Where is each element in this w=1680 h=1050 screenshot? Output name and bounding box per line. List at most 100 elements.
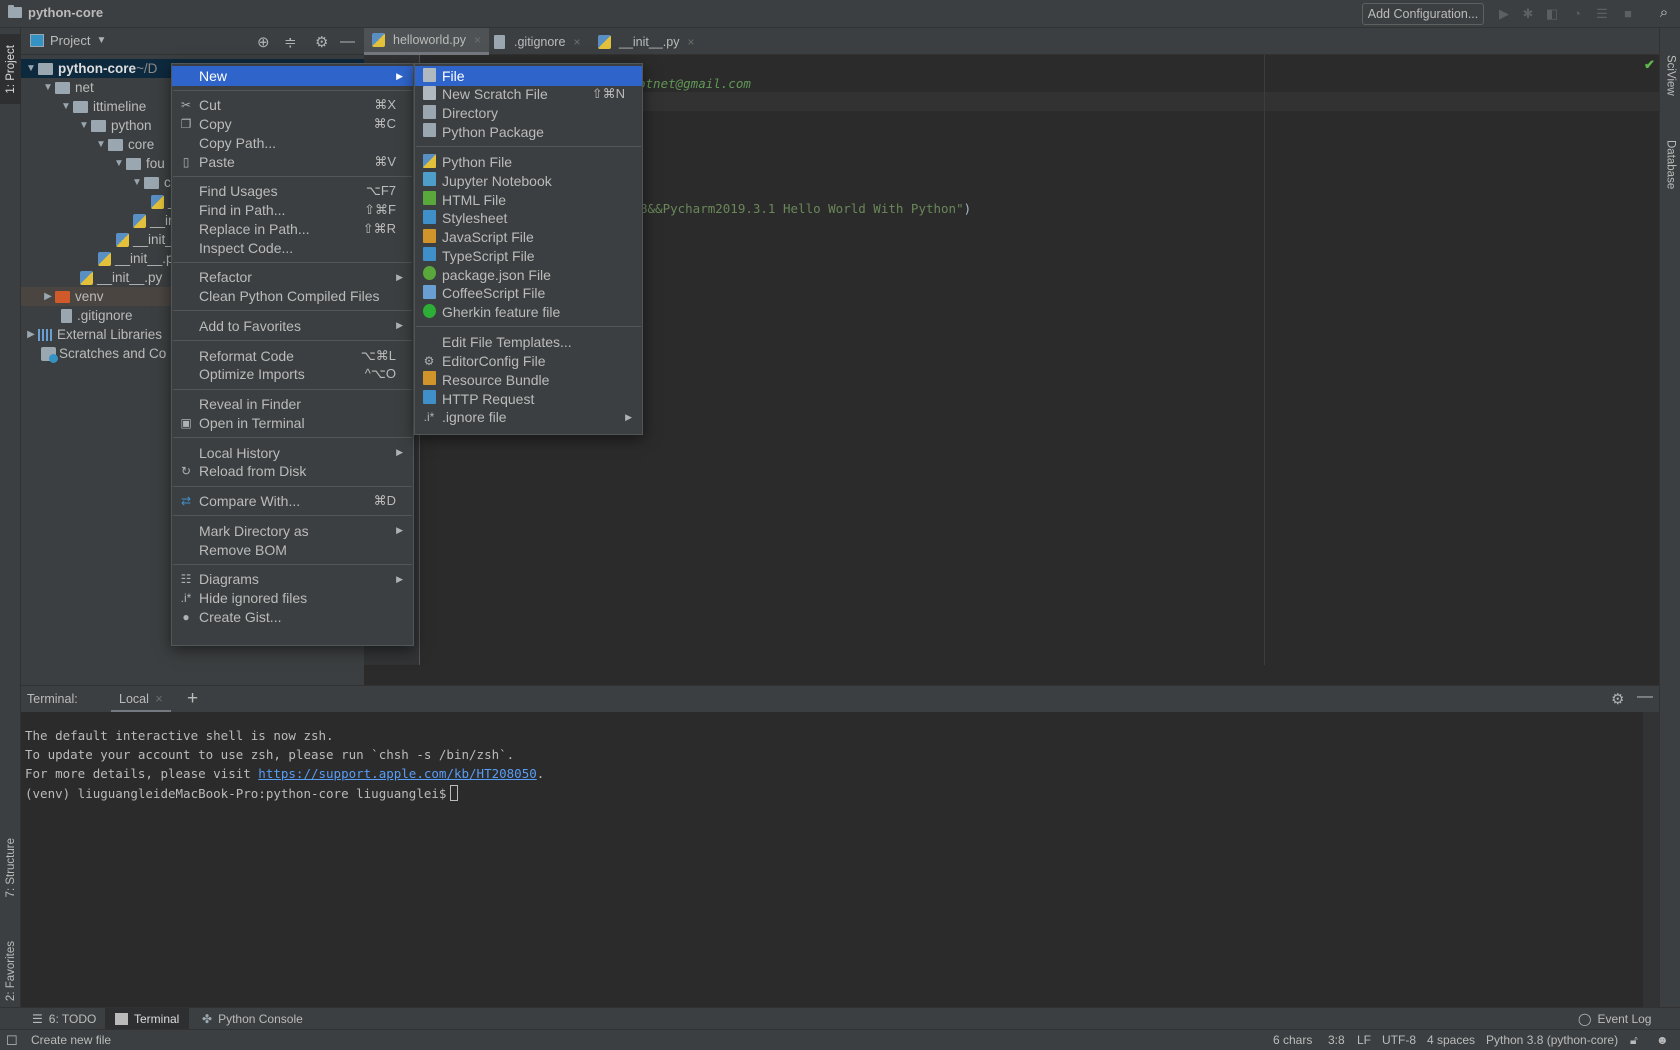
lock-icon[interactable]: 🔓︎	[1630, 1033, 1638, 1048]
menu-item-javascript-file[interactable]: JavaScript File	[415, 228, 642, 247]
close-icon[interactable]: ×	[155, 692, 162, 706]
breadcrumb-project[interactable]: python-core	[8, 5, 103, 20]
terminal-tool-button[interactable]: Terminal	[105, 1008, 190, 1030]
menu-item-directory[interactable]: Directory	[415, 104, 642, 123]
menu-item-gherkin-feature-file[interactable]: Gherkin feature file	[415, 303, 642, 322]
menu-item-new-scratch-file[interactable]: New Scratch File ⇧⌘N	[415, 85, 642, 104]
database-tool-tab[interactable]: Database	[1660, 120, 1680, 210]
menu-item-find-usages[interactable]: Find Usages ⌥F7	[172, 182, 413, 201]
terminal-scrollbar[interactable]	[1643, 712, 1659, 1007]
menu-item-compare-with[interactable]: ⇄ Compare With... ⌘D	[172, 492, 413, 511]
menu-item-typescript-file[interactable]: TypeScript File	[415, 246, 642, 265]
menu-item-diagrams[interactable]: ☷ Diagrams ▶	[172, 570, 413, 589]
menu-item-python-file[interactable]: Python File	[415, 153, 642, 172]
menu-item-reload-from-disk[interactable]: ↻ Reload from Disk	[172, 462, 413, 481]
menu-item-editorconfig-file[interactable]: ⚙ EditorConfig File	[415, 352, 642, 371]
menu-item-new[interactable]: New ▶	[172, 66, 413, 86]
expand-arrow-icon[interactable]: ▼	[59, 101, 73, 112]
editor-horizontal-scrollbar[interactable]	[364, 665, 1659, 685]
profile-icon[interactable]: ◔	[1569, 6, 1585, 22]
expand-arrow-icon[interactable]: ▼	[112, 158, 126, 169]
python-console-tool-button[interactable]: ✤ Python Console	[192, 1008, 313, 1030]
folder-icon	[144, 176, 159, 189]
menu-item-package-json-file[interactable]: package.json File	[415, 265, 642, 284]
menu-item-stylesheet[interactable]: Stylesheet	[415, 209, 642, 228]
tab-helloworld[interactable]: helloworld.py ×	[364, 28, 489, 55]
collapse-arrow-icon[interactable]: ▶	[41, 291, 55, 302]
tree-item-path: ~/D	[136, 61, 158, 76]
menu-item-replace-in-path[interactable]: Replace in Path... ⇧⌘R	[172, 219, 413, 238]
menu-item-hide-ignored-files[interactable]: .i* Hide ignored files	[172, 589, 413, 608]
search-icon[interactable]: ⌕	[1656, 5, 1672, 21]
toggle-tool-windows-icon[interactable]: ☐	[6, 1033, 18, 1049]
tab-init[interactable]: __init__.py ×	[590, 28, 702, 55]
menu-item-add-to-favorites[interactable]: Add to Favorites ▶	[172, 316, 413, 335]
line-separator[interactable]: LF	[1357, 1033, 1371, 1047]
stop-icon[interactable]: ■	[1620, 6, 1636, 22]
gear-icon[interactable]: ⚙	[1611, 690, 1624, 708]
menu-item-jupyter-notebook[interactable]: Jupyter Notebook	[415, 171, 642, 190]
terminal-output[interactable]: The default interactive shell is now zsh…	[21, 712, 1643, 1007]
expand-arrow-icon[interactable]: ▼	[130, 177, 144, 188]
menu-item-cut[interactable]: ✂ Cut ⌘X	[172, 96, 413, 115]
terminal-link[interactable]: https://support.apple.com/kb/HT208050	[258, 766, 536, 781]
menu-item-file[interactable]: File	[415, 66, 642, 86]
menu-item-ignore-file[interactable]: .i* .ignore file ▶	[415, 408, 642, 427]
debug-icon[interactable]: ✱	[1520, 6, 1536, 22]
hide-icon[interactable]: —	[1637, 688, 1653, 706]
new-terminal-icon[interactable]: +	[187, 688, 198, 710]
todo-tool-button[interactable]: ☰ 6: TODO	[22, 1008, 106, 1030]
hide-icon[interactable]: —	[340, 33, 355, 50]
menu-item-clean-python-compiled-files[interactable]: Clean Python Compiled Files	[172, 287, 413, 306]
menu-item-refactor[interactable]: Refactor ▶	[172, 268, 413, 287]
structure-tool-tab[interactable]: 7: Structure	[0, 818, 21, 918]
menu-item-create-gist[interactable]: ● Create Gist...	[172, 607, 413, 626]
file-encoding[interactable]: UTF-8	[1382, 1033, 1416, 1047]
close-icon[interactable]: ×	[687, 35, 694, 49]
menu-item-inspect-code[interactable]: Inspect Code...	[172, 238, 413, 257]
expand-arrow-icon[interactable]: ▼	[94, 139, 108, 150]
menu-item-edit-file-templates[interactable]: Edit File Templates...	[415, 333, 642, 352]
indent-setting[interactable]: 4 spaces	[1427, 1033, 1475, 1047]
menu-item-remove-bom[interactable]: Remove BOM	[172, 540, 413, 559]
python-interpreter[interactable]: Python 3.8 (python-core)	[1486, 1033, 1618, 1047]
close-icon[interactable]: ×	[573, 35, 580, 49]
inspector-icon[interactable]: ☻	[1656, 1033, 1669, 1047]
collapse-all-icon[interactable]: ≑	[284, 33, 297, 51]
menu-item-label: Find in Path...	[199, 202, 286, 218]
menu-item-copy[interactable]: ❐ Copy ⌘C	[172, 115, 413, 134]
close-icon[interactable]: ×	[474, 33, 481, 47]
menu-item-open-in-terminal[interactable]: ▣ Open in Terminal	[172, 413, 413, 432]
expand-arrow-icon[interactable]: ▼	[41, 82, 55, 93]
menu-item-local-history[interactable]: Local History ▶	[172, 443, 413, 462]
menu-item-html-file[interactable]: HTML File	[415, 190, 642, 209]
inspection-ok-icon[interactable]: ✔	[1644, 57, 1655, 73]
collapse-arrow-icon[interactable]: ▶	[24, 329, 38, 340]
menu-item-coffeescript-file[interactable]: CoffeeScript File	[415, 284, 642, 303]
gear-icon[interactable]: ⚙	[315, 33, 328, 51]
menu-item-reveal-in-finder[interactable]: Reveal in Finder	[172, 395, 413, 414]
menu-item-find-in-path[interactable]: Find in Path... ⇧⌘F	[172, 201, 413, 220]
tab-gitignore[interactable]: .gitignore ×	[486, 28, 588, 55]
concurrency-icon[interactable]: ☰	[1594, 6, 1610, 22]
menu-item-resource-bundle[interactable]: Resource Bundle	[415, 370, 642, 389]
add-configuration-button[interactable]: Add Configuration...	[1362, 3, 1484, 25]
project-view-selector[interactable]: Project ▼	[30, 33, 106, 48]
expand-arrow-icon[interactable]: ▼	[24, 63, 38, 74]
event-log-tool-button[interactable]: ◯ Event Log	[1568, 1008, 1661, 1030]
expand-arrow-icon[interactable]: ▼	[77, 120, 91, 131]
menu-item-optimize-imports[interactable]: Optimize Imports ^⌥O	[172, 365, 413, 384]
sciview-tool-tab[interactable]: SciView	[1660, 40, 1680, 110]
coverage-icon[interactable]: ◧	[1544, 6, 1560, 22]
menu-item-python-package[interactable]: Python Package	[415, 122, 642, 141]
run-icon[interactable]: ▶	[1496, 6, 1512, 22]
menu-item-mark-directory-as[interactable]: Mark Directory as ▶	[172, 521, 413, 540]
project-tool-tab[interactable]: 1: Project	[0, 34, 21, 104]
menu-item-paste[interactable]: ▯ Paste ⌘V	[172, 152, 413, 171]
menu-item-reformat-code[interactable]: Reformat Code ⌥⌘L	[172, 346, 413, 365]
cursor-position[interactable]: 3:8	[1328, 1033, 1345, 1047]
locate-icon[interactable]: ⊕	[257, 33, 270, 51]
menu-item-copy-path[interactable]: Copy Path...	[172, 133, 413, 152]
terminal-tab-local[interactable]: Local ×	[111, 686, 171, 713]
menu-item-http-request[interactable]: HTTP Request	[415, 389, 642, 408]
